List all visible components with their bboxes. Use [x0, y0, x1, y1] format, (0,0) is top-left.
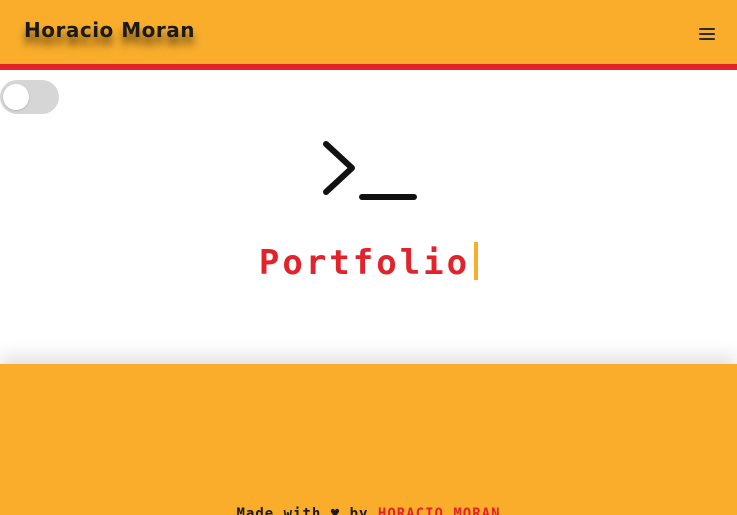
page: Horacio Moran Portfolio Made with ♥ by H…: [0, 0, 737, 515]
brand-title[interactable]: Horacio Moran: [24, 18, 195, 42]
footer-credit: Made with ♥ by HORACIO MORAN: [0, 506, 737, 515]
content-section: [0, 364, 737, 515]
theme-toggle[interactable]: [0, 80, 59, 114]
menu-icon-bar: [699, 33, 715, 35]
top-app-bar: Horacio Moran: [0, 0, 737, 64]
menu-icon-bar: [699, 38, 715, 40]
menu-button[interactable]: [699, 28, 715, 40]
typing-cursor: [474, 242, 479, 280]
hero-title: Portfolio: [0, 240, 737, 286]
header-divider: [0, 64, 737, 70]
toggle-knob: [3, 84, 29, 110]
terminal-icon: [323, 141, 417, 200]
footer-prefix: Made with ♥ by: [236, 506, 378, 515]
menu-icon: [699, 28, 715, 30]
hero-title-text: Portfolio: [258, 243, 471, 283]
footer-name: HORACIO MORAN: [377, 506, 501, 515]
